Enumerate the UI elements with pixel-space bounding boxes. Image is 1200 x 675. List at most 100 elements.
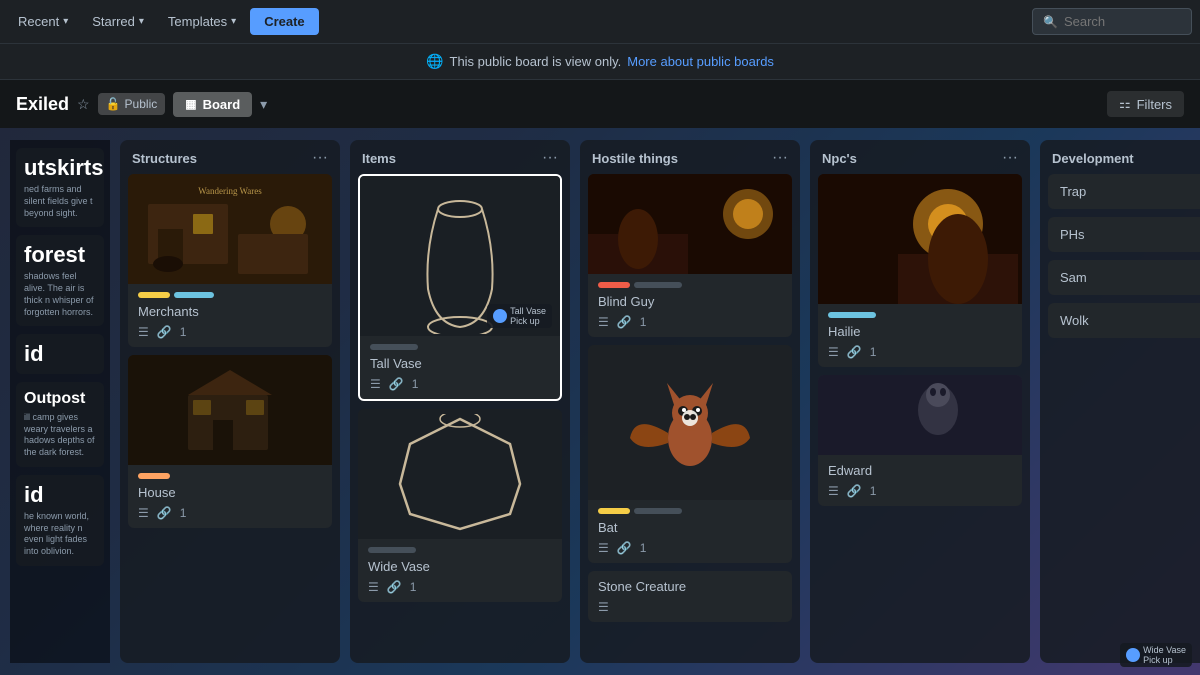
board-view-label: Board bbox=[203, 97, 241, 112]
blind-guy-title: Blind Guy bbox=[598, 294, 782, 309]
merchants-labels bbox=[138, 292, 322, 298]
column-menu-items[interactable]: ··· bbox=[542, 150, 558, 166]
house-labels bbox=[138, 473, 322, 479]
card-wide-vase[interactable]: Wide VasePick up Wide Vase ☰ 🔗 1 bbox=[358, 409, 562, 602]
label-gray-widevase bbox=[368, 547, 416, 553]
trap-title: Trap bbox=[1060, 184, 1086, 199]
tall-vase-card-body: Tall Vase ☰ 🔗 1 bbox=[360, 336, 560, 399]
banner-text: This public board is view only. bbox=[450, 54, 622, 69]
tall-vase-avatar bbox=[493, 309, 507, 323]
column-title-items: Items bbox=[362, 151, 396, 166]
visibility-badge[interactable]: 🔓 Public bbox=[98, 93, 166, 115]
card-stone-creature[interactable]: Stone Creature ☰ bbox=[588, 571, 792, 622]
filters-label: Filters bbox=[1137, 97, 1172, 112]
recent-button[interactable]: Recent ▾ bbox=[8, 8, 78, 35]
stone-creature-footer: ☰ bbox=[598, 600, 782, 614]
wide-vase-svg bbox=[390, 414, 530, 534]
column-menu-hostile[interactable]: ··· bbox=[772, 150, 788, 166]
wide-vase-title: Wide Vase bbox=[368, 559, 552, 574]
column-header-structures: Structures ··· bbox=[120, 140, 340, 174]
column-menu-structures[interactable]: ··· bbox=[312, 150, 328, 166]
sidebar-title-outskirts: utskirts bbox=[24, 156, 96, 180]
merchants-image: Wandering Wares bbox=[128, 174, 332, 284]
house-title: House bbox=[138, 485, 322, 500]
column-header-development: Development ··· bbox=[1040, 140, 1200, 174]
search-bar[interactable]: 🔍 bbox=[1032, 8, 1192, 35]
templates-button[interactable]: Templates ▾ bbox=[158, 8, 246, 35]
hailie-footer: ☰ 🔗 1 bbox=[828, 345, 1012, 359]
house-card-body: House ☰ 🔗 1 bbox=[128, 465, 332, 528]
card-house[interactable]: House ☰ 🔗 1 bbox=[128, 355, 332, 528]
stone-creature-card-body: Stone Creature ☰ bbox=[588, 571, 792, 622]
label-cyan-hailie bbox=[828, 312, 876, 318]
column-header-npcs: Npc's ··· bbox=[810, 140, 1030, 174]
column-menu-npcs[interactable]: ··· bbox=[1002, 150, 1018, 166]
attachment-icon-edward: 🔗 bbox=[847, 484, 862, 498]
house-attachment-count: 1 bbox=[180, 506, 187, 520]
label-gray-tallvase bbox=[370, 344, 418, 350]
card-edward[interactable]: Edward ☰ 🔗 1 bbox=[818, 375, 1022, 506]
edward-image bbox=[818, 375, 1022, 455]
attachment-icon-tallvase: 🔗 bbox=[389, 377, 404, 391]
card-hailie[interactable]: Hailie ☰ 🔗 1 bbox=[818, 174, 1022, 367]
card-bat[interactable]: Bat ☰ 🔗 1 bbox=[588, 345, 792, 563]
column-items: Items ··· Tall VasePick up bbox=[350, 140, 570, 663]
bat-title: Bat bbox=[598, 520, 782, 535]
bat-footer: ☰ 🔗 1 bbox=[598, 541, 782, 555]
hailie-labels bbox=[828, 312, 1012, 318]
create-button[interactable]: Create bbox=[250, 8, 318, 35]
filter-icon: ⚏ bbox=[1119, 96, 1131, 112]
blind-guy-card-body: Blind Guy ☰ 🔗 1 bbox=[588, 274, 792, 337]
filters-button[interactable]: ⚏ Filters bbox=[1107, 91, 1184, 117]
column-cards-npcs: Hailie ☰ 🔗 1 bbox=[810, 174, 1030, 663]
sidebar-text-outskirts: ned farms and silent fields give t beyon… bbox=[24, 184, 96, 219]
edward-count: 1 bbox=[870, 484, 877, 498]
card-sam[interactable]: Sam bbox=[1048, 260, 1200, 295]
column-npcs: Npc's ··· bbox=[810, 140, 1030, 663]
attachment-icon: 🔗 bbox=[157, 325, 172, 339]
recent-label: Recent bbox=[18, 14, 59, 29]
label-orange bbox=[138, 473, 170, 479]
sidebar-text-outpost: ill camp gives weary travelers a hadows … bbox=[24, 412, 96, 459]
card-wolk[interactable]: Wolk bbox=[1048, 303, 1200, 338]
tall-vase-inner-text: Tall VasePick up bbox=[510, 306, 546, 326]
templates-label: Templates bbox=[168, 14, 227, 29]
description-icon-edward: ☰ bbox=[828, 484, 839, 498]
blind-guy-footer: ☰ 🔗 1 bbox=[598, 315, 782, 329]
card-trap[interactable]: Trap bbox=[1048, 174, 1200, 209]
sidebar-card-id2: id he known world, where reality n even … bbox=[16, 475, 104, 566]
edward-card-body: Edward ☰ 🔗 1 bbox=[818, 455, 1022, 506]
bat-card-body: Bat ☰ 🔗 1 bbox=[588, 500, 792, 563]
label-gray-bat bbox=[634, 508, 682, 514]
column-title-structures: Structures bbox=[132, 151, 197, 166]
card-merchants[interactable]: Wandering Wares Merchants ☰ 🔗 bbox=[128, 174, 332, 347]
card-phs[interactable]: PHs bbox=[1048, 217, 1200, 252]
column-title-hostile: Hostile things bbox=[592, 151, 678, 166]
column-title-npcs: Npc's bbox=[822, 151, 857, 166]
description-icon-house: ☰ bbox=[138, 506, 149, 520]
search-input[interactable] bbox=[1064, 14, 1181, 29]
card-blind-guy[interactable]: Blind Guy ☰ 🔗 1 bbox=[588, 174, 792, 337]
starred-label: Starred bbox=[92, 14, 135, 29]
star-icon[interactable]: ☆ bbox=[77, 96, 90, 113]
description-icon-widevase: ☰ bbox=[368, 580, 379, 594]
column-cards-development: Trap PHs Sam Wolk bbox=[1040, 174, 1200, 663]
description-icon-hailie: ☰ bbox=[828, 345, 839, 359]
starred-button[interactable]: Starred ▾ bbox=[82, 8, 154, 35]
wide-vase-attachment-count: 1 bbox=[410, 580, 417, 594]
wolk-title: Wolk bbox=[1060, 313, 1089, 328]
sidebar-card-id1: id bbox=[16, 334, 104, 374]
banner-link[interactable]: More about public boards bbox=[627, 54, 774, 69]
left-sidebar-partial: utskirts ned farms and silent fields giv… bbox=[10, 140, 110, 663]
sidebar-card-forest: forest shadows feel alive. The air is th… bbox=[16, 235, 104, 326]
attachment-icon-blindguy: 🔗 bbox=[617, 315, 632, 329]
create-label: Create bbox=[264, 14, 304, 29]
blind-guy-count: 1 bbox=[640, 315, 647, 329]
card-tall-vase[interactable]: Tall VasePick up Tall Vase ☰ 🔗 1 bbox=[358, 174, 562, 401]
stone-creature-title: Stone Creature bbox=[598, 579, 782, 594]
board-view-tab[interactable]: ▦ Board bbox=[173, 92, 252, 117]
more-views-icon[interactable]: ▾ bbox=[260, 96, 267, 113]
sidebar-text-forest: shadows feel alive. The air is thick n w… bbox=[24, 271, 96, 318]
merchants-card-body: Merchants ☰ 🔗 1 bbox=[128, 284, 332, 347]
sidebar-title-id2: id bbox=[24, 483, 96, 507]
